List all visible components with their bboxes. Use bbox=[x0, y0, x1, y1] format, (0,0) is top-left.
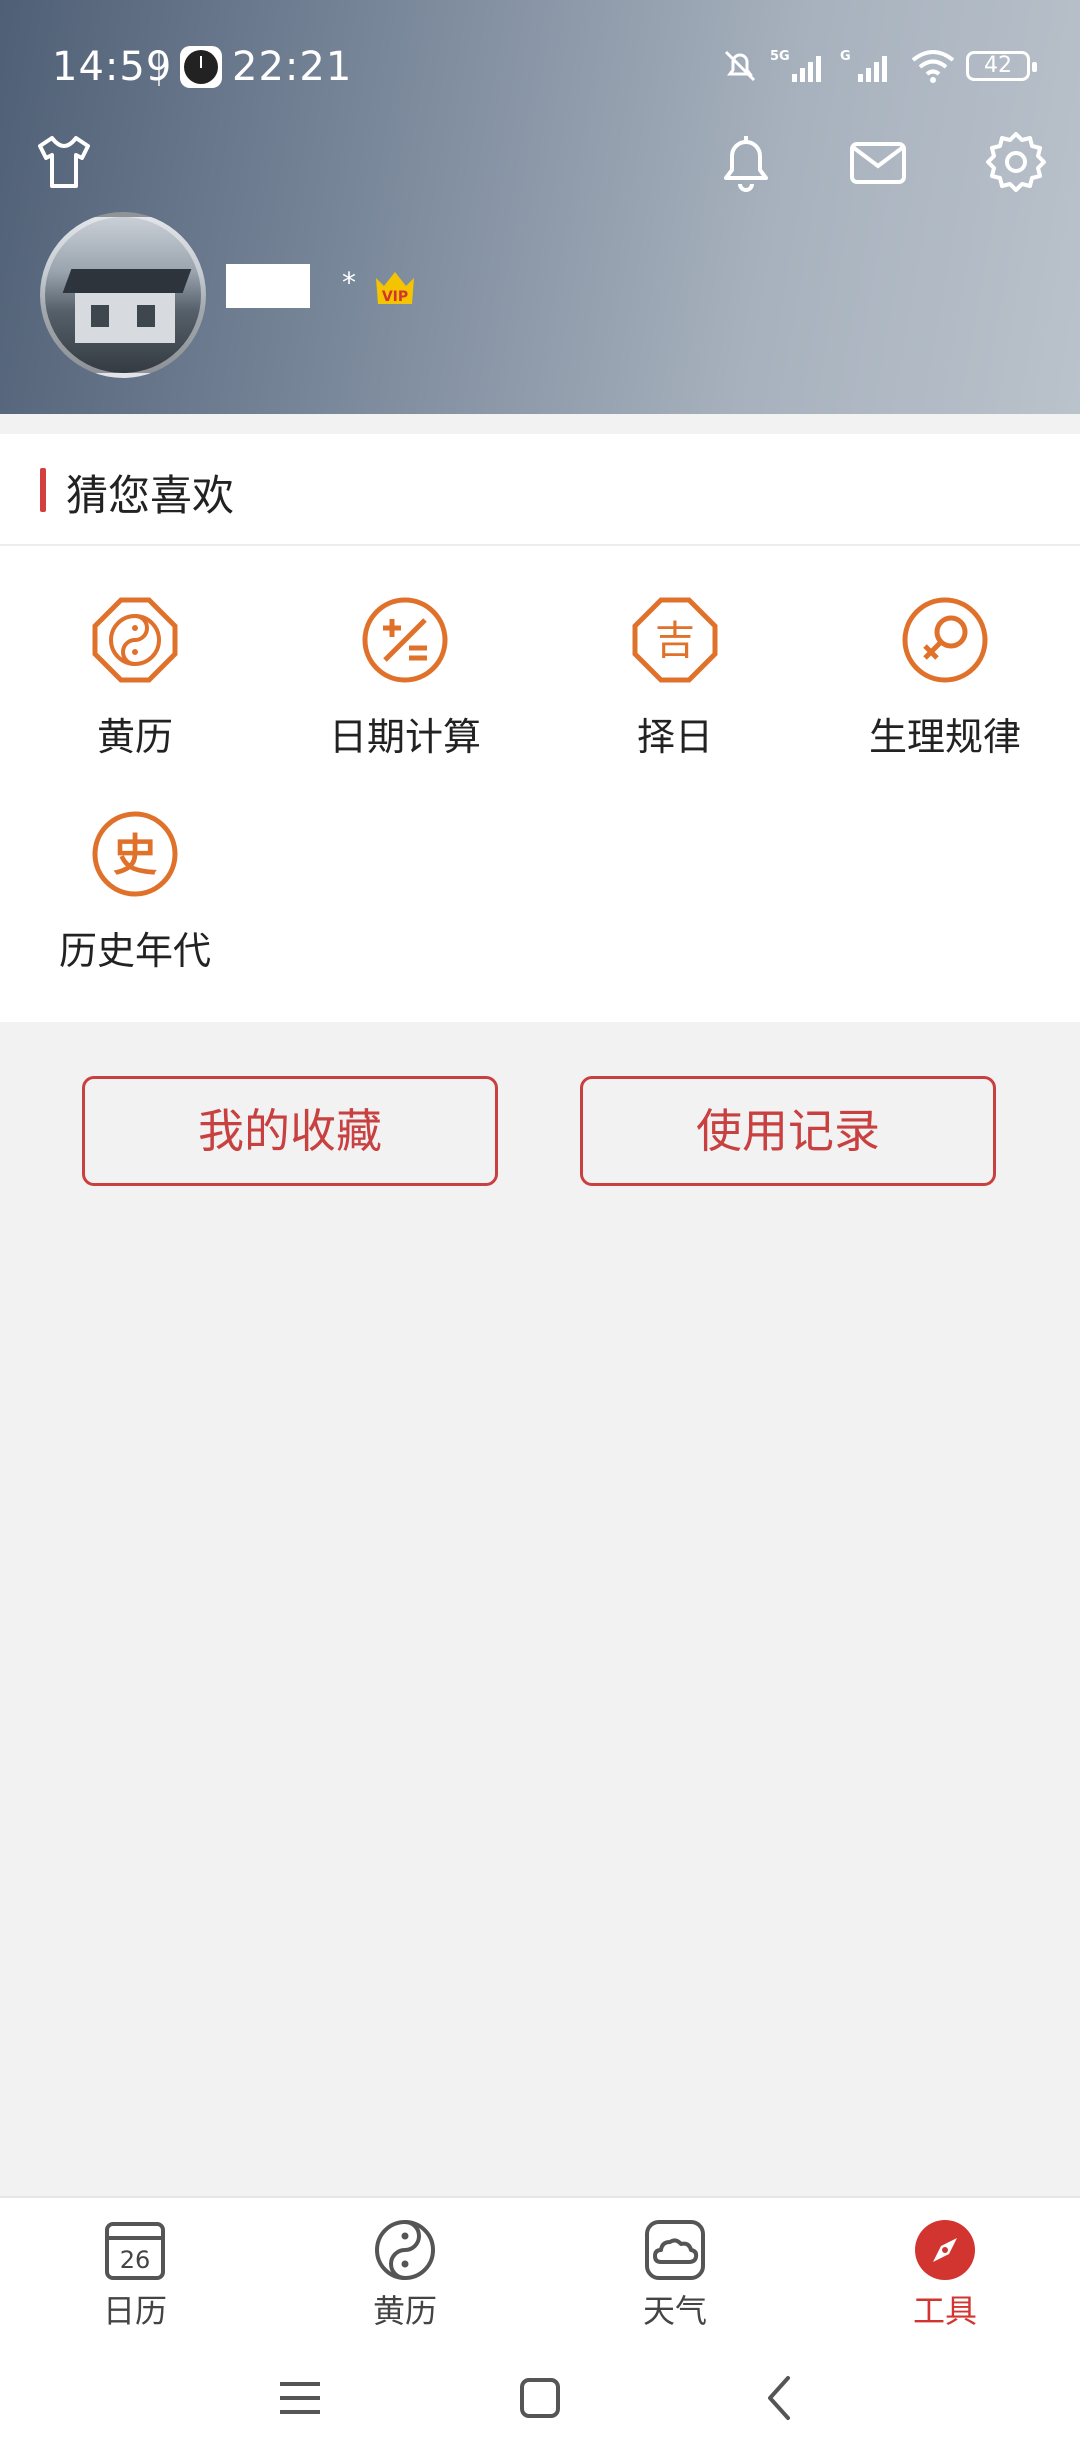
signal-g-icon: G bbox=[840, 49, 887, 82]
tool-label: 黄历 bbox=[96, 715, 173, 759]
female-symbol-icon bbox=[901, 596, 989, 684]
nav-label: 天气 bbox=[642, 2292, 707, 2330]
tool-label: 日期计算 bbox=[328, 715, 481, 759]
svg-text:5G: 5G bbox=[770, 49, 790, 64]
tool-label: 择日 bbox=[636, 715, 713, 759]
status-indicators: 5G G 42 bbox=[720, 40, 1037, 92]
auspicious-icon: 吉 bbox=[631, 596, 719, 684]
mail-icon[interactable] bbox=[844, 128, 912, 196]
nav-label: 黄历 bbox=[372, 2292, 437, 2330]
nav-label: 日历 bbox=[102, 2292, 167, 2330]
calendar-icon: 26 bbox=[103, 2218, 167, 2282]
svg-text:G: G bbox=[840, 49, 851, 64]
yin-yang-icon bbox=[373, 2218, 437, 2282]
tool-date-calc[interactable]: 日期计算 bbox=[270, 596, 540, 796]
clock-app-icon bbox=[180, 46, 222, 88]
cloud-icon bbox=[643, 2218, 707, 2282]
battery-indicator: 42 bbox=[966, 51, 1037, 81]
bottom-nav: 26 日历 黄历 天气 工具 bbox=[0, 2196, 1080, 2336]
svg-text:史: 史 bbox=[113, 830, 157, 881]
status-bar: 14:59 22:21 5G G 42 bbox=[0, 0, 1080, 130]
compass-icon bbox=[913, 2218, 977, 2282]
divider bbox=[0, 544, 1080, 546]
nav-huangli[interactable]: 黄历 bbox=[270, 2198, 540, 2338]
home-icon[interactable] bbox=[514, 2372, 566, 2424]
yin-yang-icon bbox=[91, 596, 179, 684]
vip-crown-icon[interactable]: VIP bbox=[374, 268, 416, 306]
vip-label: VIP bbox=[382, 289, 408, 305]
svg-text:26: 26 bbox=[120, 2246, 151, 2274]
status-separator bbox=[158, 50, 160, 86]
username-suffix: * bbox=[342, 266, 356, 299]
favorites-button[interactable]: 我的收藏 bbox=[82, 1076, 498, 1186]
history-button[interactable]: 使用记录 bbox=[580, 1076, 996, 1186]
tool-physiology[interactable]: 生理规律 bbox=[810, 596, 1080, 796]
menu-icon[interactable] bbox=[274, 2372, 326, 2424]
svg-text:吉: 吉 bbox=[655, 618, 695, 664]
nav-weather[interactable]: 天气 bbox=[540, 2198, 810, 2338]
gear-icon[interactable] bbox=[982, 128, 1050, 196]
nav-label: 工具 bbox=[912, 2292, 977, 2330]
section-title-bar bbox=[40, 468, 46, 512]
tool-huangli[interactable]: 黄历 bbox=[0, 596, 270, 796]
nav-calendar[interactable]: 26 日历 bbox=[0, 2198, 270, 2338]
calculator-icon bbox=[361, 596, 449, 684]
nav-tools[interactable]: 工具 bbox=[810, 2198, 1080, 2338]
wifi-icon bbox=[911, 50, 955, 83]
tool-label: 历史年代 bbox=[58, 929, 211, 973]
tool-zeri[interactable]: 吉 择日 bbox=[540, 596, 810, 796]
signal-5g-icon: 5G bbox=[770, 49, 821, 82]
avatar[interactable] bbox=[40, 212, 206, 378]
history-icon: 史 bbox=[91, 810, 179, 898]
tool-history[interactable]: 史 历史年代 bbox=[0, 810, 270, 1010]
bell-icon[interactable] bbox=[712, 128, 780, 196]
back-icon[interactable] bbox=[754, 2372, 806, 2424]
status-clock-time: 22:21 bbox=[232, 44, 353, 90]
section-title: 猜您喜欢 bbox=[66, 471, 235, 520]
status-time: 14:59 bbox=[52, 44, 173, 90]
mute-icon bbox=[724, 50, 756, 82]
tool-label: 生理规律 bbox=[868, 715, 1021, 759]
system-nav-bar bbox=[0, 2336, 1080, 2460]
shirt-icon[interactable] bbox=[30, 128, 98, 196]
username bbox=[226, 264, 310, 308]
